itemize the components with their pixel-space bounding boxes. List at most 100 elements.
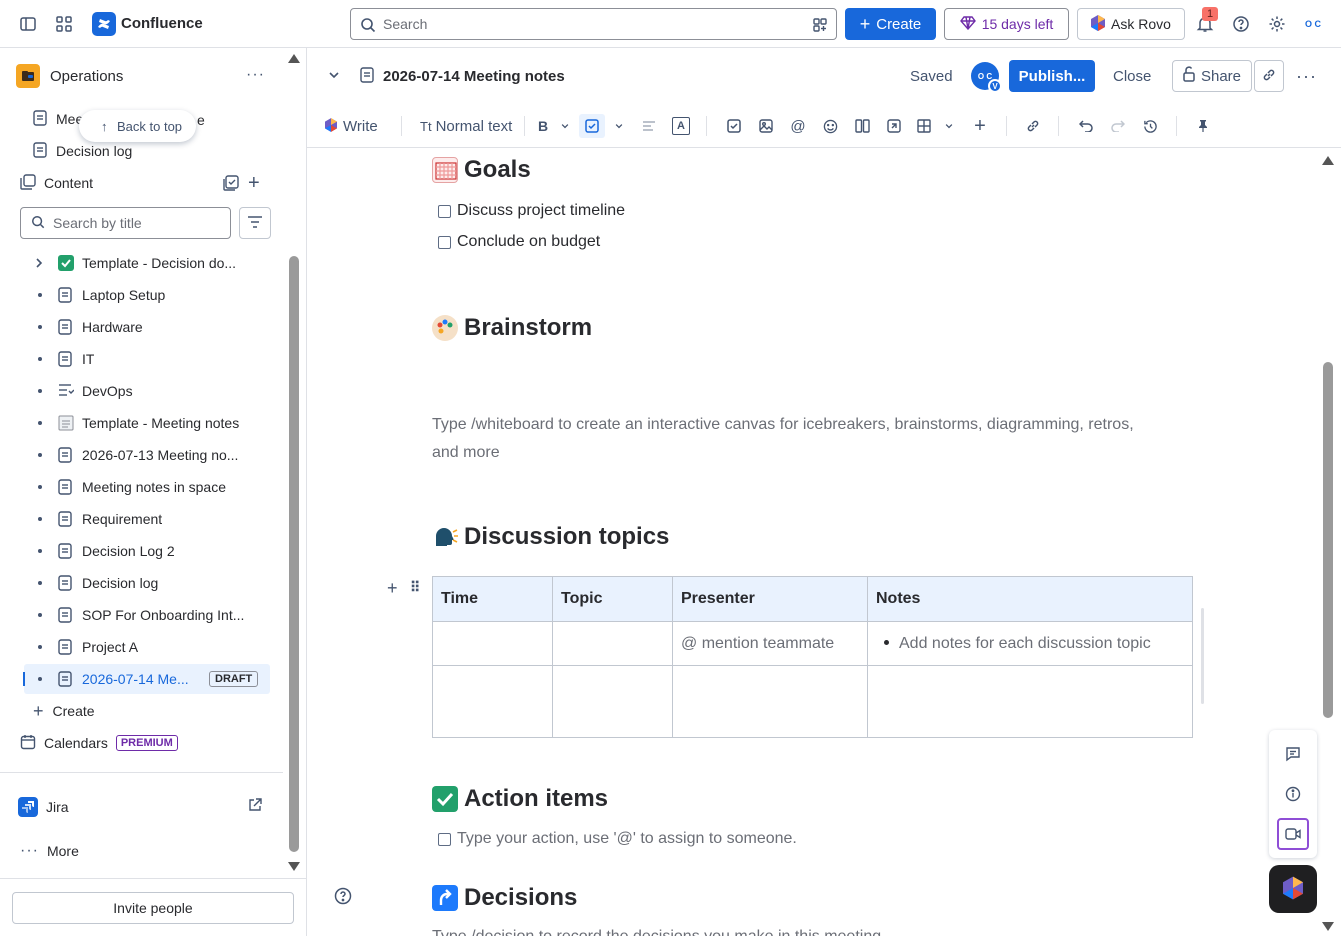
table-header-time[interactable]: Time xyxy=(432,576,553,622)
table-header-notes[interactable]: Notes xyxy=(867,576,1193,622)
table-cell[interactable] xyxy=(552,621,673,666)
brainstorm-heading[interactable]: Brainstorm xyxy=(432,314,592,342)
pin-icon[interactable] xyxy=(1193,114,1213,138)
sidebar-tree-item[interactable]: Template - Meeting notes xyxy=(24,408,270,438)
pinned-meeting-notes[interactable]: Meeting notes in space xyxy=(33,108,82,130)
space-header[interactable]: Operations xyxy=(16,64,123,88)
write-mode-button[interactable]: Write xyxy=(325,114,378,138)
table-cell[interactable] xyxy=(432,665,553,738)
help-icon[interactable] xyxy=(1227,10,1255,38)
goal-task-item[interactable]: Conclude on budget xyxy=(438,233,600,251)
table-cell[interactable] xyxy=(432,621,553,666)
history-icon[interactable] xyxy=(1140,114,1160,138)
back-to-top-button[interactable]: ↑ Back to top xyxy=(79,110,197,142)
task-list-icon[interactable] xyxy=(579,114,605,138)
info-icon[interactable] xyxy=(1277,778,1309,810)
chevron-down-icon[interactable] xyxy=(557,114,573,138)
sidebar-tree-item[interactable]: Meeting notes in space xyxy=(24,472,270,502)
sidebar-tree-item[interactable]: Template - Decision do... xyxy=(24,248,270,278)
video-icon[interactable] xyxy=(1277,818,1309,850)
sidebar-scrollbar[interactable] xyxy=(287,54,301,872)
redo-icon[interactable] xyxy=(1108,114,1128,138)
undo-icon[interactable] xyxy=(1076,114,1096,138)
content-add-icon[interactable]: + xyxy=(248,172,260,195)
help-circle-icon[interactable] xyxy=(334,887,352,908)
collaborator-avatar[interactable]: O C V xyxy=(971,62,1002,93)
sidebar-tree-item[interactable]: Project A xyxy=(24,632,270,662)
align-icon[interactable] xyxy=(639,114,659,138)
image-icon[interactable] xyxy=(756,114,776,138)
task-checkbox[interactable] xyxy=(438,204,451,218)
scroll-up-arrow-icon[interactable] xyxy=(1322,156,1334,165)
sidebar-search-input[interactable]: Search by title xyxy=(20,207,231,239)
task-checkbox[interactable] xyxy=(438,235,451,249)
smart-link-icon[interactable] xyxy=(884,114,904,138)
copy-link-button[interactable] xyxy=(1254,60,1284,92)
goal-task-item[interactable]: Discuss project timeline xyxy=(438,202,625,220)
scroll-down-arrow-icon[interactable] xyxy=(288,862,300,871)
settings-icon[interactable] xyxy=(1263,10,1291,38)
main-scrollbar[interactable] xyxy=(1321,152,1335,936)
publish-button[interactable]: Publish... xyxy=(1009,60,1095,92)
sidebar-tree-item[interactable]: Hardware xyxy=(24,312,270,342)
task-text[interactable]: Conclude on budget xyxy=(457,233,600,251)
discussion-table[interactable]: Time Topic Presenter Notes @ mention tea… xyxy=(432,576,1193,738)
rovo-chat-button[interactable] xyxy=(1269,865,1317,913)
close-button[interactable]: Close xyxy=(1113,68,1151,85)
sidebar-tree-item[interactable]: Decision Log 2 xyxy=(24,536,270,566)
insert-plus-icon[interactable]: + xyxy=(970,114,990,138)
table-header-topic[interactable]: Topic xyxy=(552,576,673,622)
link-icon[interactable] xyxy=(1023,114,1043,138)
calendars-item[interactable]: Calendars PREMIUM xyxy=(20,732,178,754)
sidebar-scroll-thumb[interactable] xyxy=(289,256,299,852)
chevron-right-icon[interactable] xyxy=(34,256,44,272)
notes-cell[interactable]: Add notes for each discussion topic xyxy=(867,621,1193,666)
scroll-up-arrow-icon[interactable] xyxy=(288,54,300,63)
sidebar-tree-item[interactable]: DevOps xyxy=(24,376,270,406)
content-section-header[interactable]: Content xyxy=(20,172,93,194)
text-color-icon[interactable]: A xyxy=(671,114,691,138)
add-row-plus-icon[interactable]: + xyxy=(387,578,398,599)
sidebar-tree-item[interactable]: SOP For Onboarding Int... xyxy=(24,600,270,630)
ask-rovo-button[interactable]: Ask Rovo xyxy=(1077,8,1185,40)
action-items-heading[interactable]: Action items xyxy=(432,785,608,813)
emoji-icon[interactable] xyxy=(820,114,840,138)
action-placeholder[interactable]: Type your action, use '@' to assign to s… xyxy=(457,830,797,848)
confluence-logo-icon[interactable] xyxy=(92,12,116,36)
invite-people-button[interactable]: Invite people xyxy=(12,892,294,924)
trial-button[interactable]: 15 days left xyxy=(944,8,1069,40)
sidebar-tree-item[interactable]: 2026-07-14 Me... DRAFT xyxy=(23,664,270,694)
more-actions-icon[interactable]: ··· xyxy=(1296,66,1317,87)
external-link-icon[interactable] xyxy=(248,798,262,815)
table-cell[interactable] xyxy=(672,665,868,738)
drag-handle-icon[interactable]: ⠿ xyxy=(410,579,420,596)
chevron-down-icon[interactable] xyxy=(611,114,627,138)
pinned-decision-log[interactable]: Decision log xyxy=(33,140,132,162)
main-scroll-thumb[interactable] xyxy=(1323,362,1333,718)
table-icon[interactable] xyxy=(914,114,934,138)
share-button[interactable]: Share xyxy=(1172,60,1252,92)
text-style-dropdown[interactable]: Tt Normal text xyxy=(420,114,512,138)
layouts-icon[interactable] xyxy=(852,114,872,138)
jira-item[interactable]: Jira xyxy=(18,796,69,818)
search-filter-icon[interactable] xyxy=(812,17,828,36)
mention-icon[interactable]: @ xyxy=(788,114,808,138)
create-button[interactable]: + Create xyxy=(845,8,936,40)
goals-heading[interactable]: Goals xyxy=(432,156,531,184)
whiteboard-placeholder[interactable]: Type /whiteboard to create an interactiv… xyxy=(432,411,1134,467)
user-avatar[interactable]: O C xyxy=(1300,12,1326,36)
table-cell[interactable] xyxy=(867,665,1193,738)
page-title[interactable]: 2026-07-14 Meeting notes xyxy=(383,68,565,85)
chevron-down-icon[interactable] xyxy=(941,114,957,138)
search-input[interactable]: Search xyxy=(350,8,837,40)
sidebar-tree-item[interactable]: IT xyxy=(24,344,270,374)
brand-name[interactable]: Confluence xyxy=(121,15,203,32)
content-templates-icon[interactable] xyxy=(222,174,240,195)
discussion-heading[interactable]: Discussion topics xyxy=(432,523,669,551)
chevron-down-icon[interactable] xyxy=(327,68,341,85)
task-checkbox[interactable] xyxy=(438,832,451,846)
action-item-icon[interactable] xyxy=(724,114,744,138)
decisions-placeholder[interactable]: Type /decision to record the decisions y… xyxy=(432,928,886,936)
task-text[interactable]: Discuss project timeline xyxy=(457,202,625,220)
filter-button[interactable] xyxy=(239,207,271,239)
